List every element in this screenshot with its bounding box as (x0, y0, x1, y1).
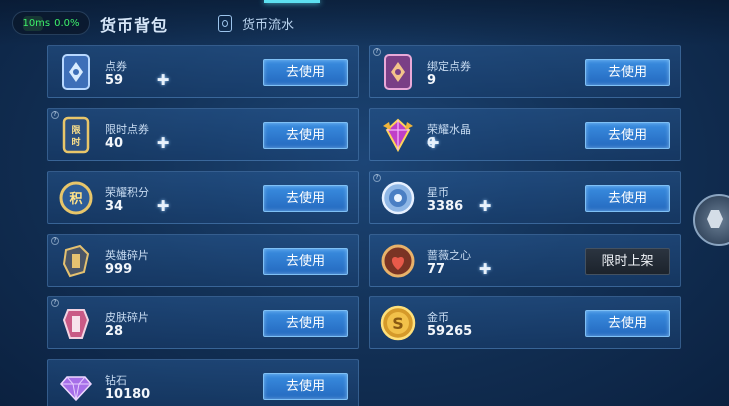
currency-amount: 3386 (427, 199, 464, 214)
currency-amount: 77 (427, 262, 446, 277)
currency-card: ? 星币 3386 ✚ 去使用 (369, 171, 681, 224)
use-button[interactable]: 去使用 (263, 248, 348, 275)
currency-amount: 28 (105, 324, 124, 339)
rose-heart-icon (378, 241, 418, 281)
bound-voucher-icon (378, 52, 418, 92)
gold-coin-icon: S (378, 303, 418, 343)
currency-amount: 40 (105, 136, 124, 151)
currency-card: ? 绑定点券 9 去使用 (369, 45, 681, 98)
currency-name: 点券 (105, 60, 127, 73)
svg-text:积: 积 (69, 191, 82, 207)
ledger-icon (218, 14, 232, 32)
ping-value: 10ms (22, 17, 51, 29)
currency-card: 荣耀水晶 0 ✚ 去使用 (369, 108, 681, 161)
currency-card: ? 英雄碎片 999 去使用 (47, 234, 359, 287)
currency-name: 荣耀积分 (105, 186, 149, 199)
currency-name: 金币 (427, 311, 449, 324)
currency-amount: 59265 (427, 324, 473, 339)
currency-backpack-screen: 10ms 0.0% 货币背包 货币流水 点券 59 ✚ 去使用? 绑定点券 9 去使用? 限时… (0, 0, 729, 406)
use-button[interactable]: 去使用 (585, 59, 670, 86)
skin-fragment-icon (56, 303, 96, 343)
currency-amount: 34 (105, 199, 124, 214)
currency-name: 蔷薇之心 (427, 249, 471, 262)
currency-card: 钻石 10180 去使用 (47, 359, 359, 406)
currency-amount: 59 (105, 73, 124, 88)
glory-crystal-icon (378, 115, 418, 155)
currency-name: 英雄碎片 (105, 249, 149, 262)
currency-card: S 金币 59265 去使用 (369, 296, 681, 349)
packet-loss-value: 0.0% (54, 17, 80, 29)
currency-card: ? 限时限时点券 40 ✚ 去使用 (47, 108, 359, 161)
use-button[interactable]: 去使用 (263, 310, 348, 337)
side-menu-button[interactable] (693, 194, 729, 246)
currency-card: 蔷薇之心 77 ✚ 限时上架 (369, 234, 681, 287)
add-currency-plus-icon[interactable]: ✚ (156, 136, 170, 151)
use-button[interactable]: 去使用 (585, 185, 670, 212)
use-button[interactable]: 去使用 (585, 122, 670, 149)
currency-name: 皮肤碎片 (105, 311, 149, 324)
glory-points-icon: 积 (56, 178, 96, 218)
currency-name: 星币 (427, 186, 449, 199)
svg-text:时: 时 (71, 136, 80, 148)
add-currency-plus-icon[interactable]: ✚ (478, 262, 492, 277)
add-currency-plus-icon[interactable]: ✚ (156, 199, 170, 214)
currency-amount: 10180 (105, 387, 151, 402)
currency-name: 钻石 (105, 374, 127, 387)
diamond-icon (56, 366, 96, 406)
use-button[interactable]: 去使用 (263, 373, 348, 400)
currency-amount: 999 (105, 262, 133, 277)
use-button[interactable]: 去使用 (585, 310, 670, 337)
hero-fragment-icon (56, 241, 96, 281)
add-currency-plus-icon[interactable]: ✚ (478, 199, 492, 214)
use-button[interactable]: 去使用 (263, 59, 348, 86)
star-coin-icon (378, 178, 418, 218)
use-button[interactable]: 去使用 (263, 185, 348, 212)
svg-text:S: S (392, 314, 404, 333)
voucher-icon (56, 52, 96, 92)
active-tab-indicator (264, 0, 320, 3)
currency-name: 限时点券 (105, 123, 149, 136)
currency-amount: 9 (427, 73, 437, 88)
currency-name: 绑定点券 (427, 60, 471, 73)
currency-flow-label: 货币流水 (242, 17, 295, 33)
page-title: 货币背包 (100, 16, 169, 35)
add-currency-plus-icon[interactable]: ✚ (156, 73, 170, 88)
currency-flow-link[interactable]: 货币流水 (218, 13, 294, 33)
currency-card: 积 荣耀积分 34 ✚ 去使用 (47, 171, 359, 224)
add-currency-plus-icon[interactable]: ✚ (426, 136, 440, 151)
currency-card: ? 皮肤碎片 28 去使用 (47, 296, 359, 349)
network-status: 10ms 0.0% (12, 11, 90, 35)
limited-voucher-icon: 限时 (56, 115, 96, 155)
svg-text:限: 限 (71, 125, 81, 136)
currency-card: 点券 59 ✚ 去使用 (47, 45, 359, 98)
limited-listing-button[interactable]: 限时上架 (585, 248, 670, 275)
use-button[interactable]: 去使用 (263, 122, 348, 149)
